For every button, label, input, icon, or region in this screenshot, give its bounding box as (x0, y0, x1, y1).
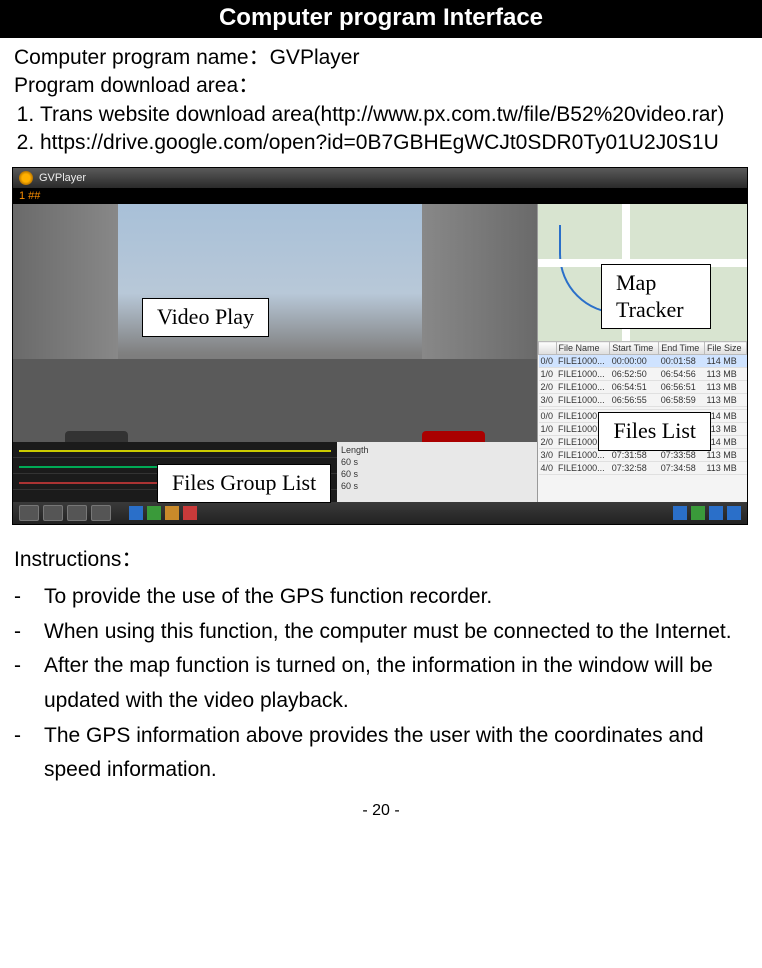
prev-button[interactable] (19, 505, 39, 521)
table-row[interactable]: 3/0FILE1000...07:31:5807:33:58113 MB (539, 449, 747, 462)
tool-button[interactable] (165, 506, 179, 520)
files-col-size[interactable]: File Size (704, 342, 746, 355)
callout-files-list: Files List (598, 412, 711, 450)
waveform-row (13, 442, 337, 458)
app-icon (19, 171, 33, 185)
table-cell: 07:32:58 (610, 462, 659, 475)
length-row: 60 s (341, 456, 358, 468)
files-col-start[interactable]: Start Time (610, 342, 659, 355)
instruction-item: -To provide the use of the GPS function … (14, 580, 748, 615)
files-col-end[interactable]: End Time (659, 342, 705, 355)
counter-value: 1 ## (19, 190, 40, 202)
table-cell: 114 MB (704, 355, 746, 368)
table-cell: 07:33:58 (659, 449, 705, 462)
tool-button[interactable] (147, 506, 161, 520)
download-item-2: https://drive.google.com/open?id=0B7GBHE… (40, 129, 750, 157)
table-row[interactable]: 4/0FILE1000...07:32:5807:34:58113 MB (539, 462, 747, 475)
table-cell: 07:31:58 (610, 449, 659, 462)
table-cell: 113 MB (704, 462, 746, 475)
table-cell: 2/0 (539, 436, 557, 449)
files-table: File Name Start Time End Time File Size … (538, 341, 747, 475)
table-cell: FILE1000... (556, 381, 610, 394)
table-cell: 2/0 (539, 381, 557, 394)
table-cell: 00:00:00 (610, 355, 659, 368)
length-label: Length (341, 444, 369, 456)
table-cell: FILE1000... (556, 394, 610, 407)
page-title: Computer program Interface (0, 0, 762, 38)
tool-button[interactable] (673, 506, 687, 520)
callout-map-tracker: Map Tracker (601, 264, 711, 329)
app-window-title: GVPlayer (39, 172, 86, 184)
scene-building-right (422, 204, 537, 368)
table-row[interactable]: 3/0FILE1000...06:56:5506:58:59113 MB (539, 394, 747, 407)
playback-controls (19, 505, 197, 521)
instructions-heading: Instructions： (14, 543, 748, 578)
files-col-blank (539, 342, 557, 355)
instruction-item: -The GPS information above provides the … (14, 719, 748, 788)
callout-files-group-list: Files Group List (157, 464, 331, 502)
tool-button[interactable] (129, 506, 143, 520)
counter-strip: 1 ## (13, 188, 747, 204)
video-pane[interactable]: Length 60 s 60 s 60 s (13, 204, 537, 502)
instructions-block: Instructions： -To provide the use of the… (0, 533, 762, 787)
files-col-name[interactable]: File Name (556, 342, 610, 355)
instructions-list: -To provide the use of the GPS function … (14, 580, 748, 788)
download-list: Trans website download area(http://www.p… (14, 101, 750, 158)
side-pane: File Name Start Time End Time File Size … (537, 204, 747, 502)
table-cell: FILE1000... (556, 449, 610, 462)
intro-block: Computer program name：GVPlayer Program d… (0, 38, 762, 161)
table-cell: 113 MB (704, 381, 746, 394)
table-cell: 0/0 (539, 410, 557, 423)
app-window-titlebar: GVPlayer (13, 168, 747, 188)
table-cell: 113 MB (704, 368, 746, 381)
instruction-item: -After the map function is turned on, th… (14, 649, 748, 718)
table-cell: 1/0 (539, 423, 557, 436)
table-cell: 06:56:55 (610, 394, 659, 407)
table-cell: 4/0 (539, 462, 557, 475)
table-cell: 3/0 (539, 394, 557, 407)
next-button[interactable] (91, 505, 111, 521)
table-cell: 00:01:58 (659, 355, 705, 368)
table-row[interactable]: 0/0FILE1000...00:00:0000:01:58114 MB (539, 355, 747, 368)
table-cell: 113 MB (704, 394, 746, 407)
table-row[interactable]: 2/0FILE1000...06:54:5106:56:51113 MB (539, 381, 747, 394)
table-cell: FILE1000... (556, 355, 610, 368)
page-number: - 20 - (0, 788, 762, 830)
download-item-1: Trans website download area(http://www.p… (40, 101, 750, 129)
stop-button[interactable] (67, 505, 87, 521)
tool-button[interactable] (183, 506, 197, 520)
table-cell: 1/0 (539, 368, 557, 381)
length-row: 60 s (341, 480, 358, 492)
app-body: Length 60 s 60 s 60 s File Name (13, 204, 747, 502)
table-cell: FILE1000... (556, 368, 610, 381)
table-cell: 0/0 (539, 355, 557, 368)
callout-video-play: Video Play (142, 298, 269, 336)
instruction-item: -When using this function, the computer … (14, 615, 748, 650)
tool-button[interactable] (691, 506, 705, 520)
table-cell: 06:54:56 (659, 368, 705, 381)
app-screenshot: GVPlayer 1 ## (12, 167, 748, 525)
tool-button[interactable] (709, 506, 723, 520)
player-bottom-bar (13, 502, 747, 524)
table-row[interactable]: 1/0FILE1000...06:52:5006:54:56113 MB (539, 368, 747, 381)
right-controls (673, 506, 741, 520)
table-cell: 06:52:50 (610, 368, 659, 381)
table-cell: 06:56:51 (659, 381, 705, 394)
program-name-line: Computer program name：GVPlayer (14, 44, 750, 72)
scene-building-left (13, 204, 118, 368)
table-cell: 06:58:59 (659, 394, 705, 407)
length-panel: Length 60 s 60 s 60 s (337, 442, 537, 502)
table-cell: FILE1000... (556, 462, 610, 475)
table-cell: 113 MB (704, 449, 746, 462)
table-cell: 3/0 (539, 449, 557, 462)
table-cell: 07:34:58 (659, 462, 705, 475)
table-cell: 06:54:51 (610, 381, 659, 394)
length-row: 60 s (341, 468, 358, 480)
tool-button[interactable] (727, 506, 741, 520)
download-area-label: Program download area： (14, 72, 750, 100)
play-button[interactable] (43, 505, 63, 521)
